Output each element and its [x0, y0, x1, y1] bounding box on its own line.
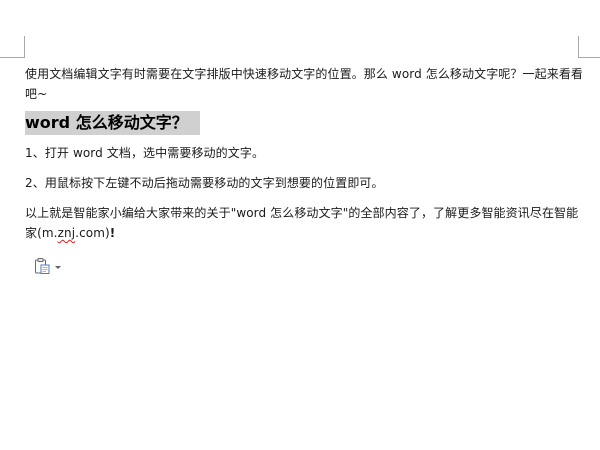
step-2-paragraph[interactable]: 2、用鼠标按下左键不动后拖动需要移动的文字到想要的位置即可。: [25, 173, 585, 193]
closing-exclamation: !: [109, 226, 116, 240]
clipboard-paste-icon: [34, 257, 52, 275]
chevron-down-icon[interactable]: [55, 265, 61, 269]
crop-mark-top-left: [24, 36, 25, 58]
crop-mark-top-right: [578, 57, 600, 58]
spellcheck-flagged-word[interactable]: znj: [58, 226, 76, 240]
step-1-paragraph[interactable]: 1、打开 word 文档，选中需要移动的文字。: [25, 143, 585, 163]
crop-mark-top-right: [578, 36, 579, 58]
closing-link-tail: .com): [75, 226, 110, 240]
intro-paragraph[interactable]: 使用文档编辑文字有时需要在文字排版中快速移动文字的位置。那么 word 怎么移动…: [25, 64, 585, 104]
paste-options-button[interactable]: [34, 256, 61, 276]
crop-mark-top-left: [0, 57, 25, 58]
document-page[interactable]: 使用文档编辑文字有时需要在文字排版中快速移动文字的位置。那么 word 怎么移动…: [0, 0, 600, 450]
selected-heading[interactable]: word 怎么移动文字？: [25, 111, 200, 135]
closing-paragraph[interactable]: 以上就是智能家小编给大家带来的关于"word 怎么移动文字"的全部内容了，了解更…: [25, 203, 585, 243]
closing-link-open: (m.: [37, 226, 58, 240]
document-body[interactable]: 使用文档编辑文字有时需要在文字排版中快速移动文字的位置。那么 word 怎么移动…: [25, 64, 585, 243]
